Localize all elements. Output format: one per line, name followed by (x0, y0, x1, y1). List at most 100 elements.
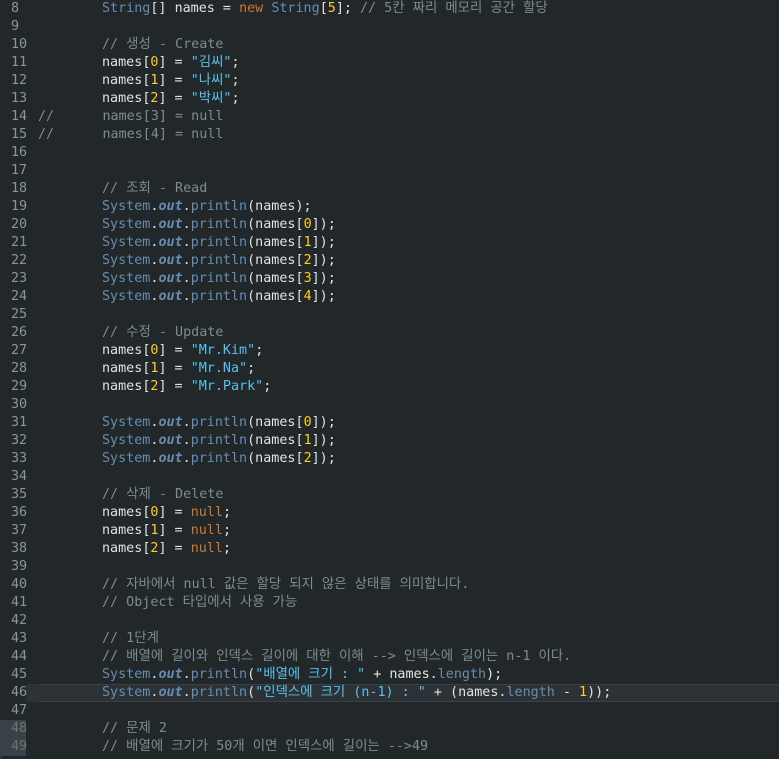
code-line[interactable]: 42 (0, 612, 779, 630)
line-code[interactable]: System.out.println(names[4]); (38, 288, 779, 306)
line-code[interactable]: System.out.println(names[0]); (38, 414, 779, 432)
line-code[interactable]: // Object 타입에서 사용 가능 (38, 594, 779, 612)
code-line[interactable]: 35 // 삭제 - Delete (0, 486, 779, 504)
line-code[interactable] (38, 612, 779, 630)
code-line[interactable]: 33 System.out.println(names[2]); (0, 450, 779, 468)
code-token: ; (231, 73, 240, 88)
line-code[interactable] (38, 558, 779, 576)
line-code[interactable]: System.out.println(names[1]); (38, 234, 779, 252)
code-line[interactable]: 15 // names[4] = null (0, 126, 779, 144)
code-line[interactable]: 19 System.out.println(names); (0, 198, 779, 216)
code-token: ; (263, 379, 272, 394)
code-line[interactable]: 40 // 자바에서 null 값은 할당 되지 않은 상태를 의미합니다. (0, 576, 779, 594)
line-code[interactable]: System.out.println(names); (38, 198, 779, 216)
line-code[interactable]: // names[4] = null (38, 126, 779, 144)
line-code[interactable] (38, 306, 779, 324)
line-code[interactable] (38, 144, 779, 162)
code-line[interactable]: 13 names[2] = "박씨"; (0, 90, 779, 108)
code-line[interactable]: 30 (0, 396, 779, 414)
code-line[interactable]: 26 // 수정 - Update (0, 324, 779, 342)
line-code[interactable]: String[] names = new String[5]; // 5칸 짜리… (38, 0, 779, 18)
code-editor[interactable]: 8 String[] names = new String[5]; // 5칸 짜… (0, 0, 779, 759)
line-code[interactable]: // 생성 - Create (38, 36, 779, 54)
line-code[interactable]: // 문제 2 (38, 720, 779, 738)
code-line[interactable]: 39 (0, 558, 779, 576)
code-token: names (102, 55, 143, 70)
code-line[interactable]: 48 // 문제 2 (0, 720, 779, 738)
code-line[interactable]: 11 names[0] = "김씨"; (0, 54, 779, 72)
line-code[interactable]: names[1] = "나씨"; (38, 72, 779, 90)
code-token: // Object 타입에서 사용 가능 (102, 595, 298, 610)
code-line[interactable]: 38 names[2] = null; (0, 540, 779, 558)
line-code[interactable]: // 자바에서 null 값은 할당 되지 않은 상태를 의미합니다. (38, 576, 779, 594)
code-line[interactable]: 46 System.out.println("인덱스에 크기 (n-1) : " … (0, 684, 779, 702)
code-line[interactable]: 17 (0, 162, 779, 180)
line-code[interactable] (38, 162, 779, 180)
code-token: out (158, 415, 183, 430)
line-code[interactable]: // 배열에 크기가 50개 이면 인덱스에 길이는 -->49 (38, 738, 779, 756)
line-code[interactable]: // 조회 - Read (38, 180, 779, 198)
code-line[interactable]: 12 names[1] = "나씨"; (0, 72, 779, 90)
code-line[interactable]: 20 System.out.println(names[0]); (0, 216, 779, 234)
code-line[interactable]: 21 System.out.println(names[1]); (0, 234, 779, 252)
code-token: ; (222, 505, 231, 520)
code-line[interactable]: 9 (0, 18, 779, 36)
line-code[interactable]: names[0] = "김씨"; (38, 54, 779, 72)
code-line[interactable]: 27 names[0] = "Mr.Kim"; (0, 342, 779, 360)
line-code[interactable]: names[2] = "Mr.Park"; (38, 378, 779, 396)
line-code[interactable]: System.out.println(names[1]); (38, 432, 779, 450)
code-token: ; (231, 55, 240, 70)
code-token: ]); (311, 289, 336, 304)
code-line[interactable]: 43 // 1단계 (0, 630, 779, 648)
code-line[interactable]: 10 // 생성 - Create (0, 36, 779, 54)
code-line[interactable]: 24 System.out.println(names[4]); (0, 288, 779, 306)
code-token: . (182, 217, 191, 232)
line-code[interactable]: names[0] = "Mr.Kim"; (38, 342, 779, 360)
code-line[interactable]: 28 names[1] = "Mr.Na"; (0, 360, 779, 378)
line-code[interactable]: // 수정 - Update (38, 324, 779, 342)
line-code[interactable]: names[1] = null; (38, 522, 779, 540)
code-line[interactable]: 32 System.out.println(names[1]); (0, 432, 779, 450)
code-line[interactable]: 23 System.out.println(names[3]); (0, 270, 779, 288)
code-line[interactable]: 34 (0, 468, 779, 486)
line-code[interactable]: // names[3] = null (38, 108, 779, 126)
code-token: // names[4] = null (38, 127, 224, 142)
code-lines[interactable]: 8 String[] names = new String[5]; // 5칸 짜… (0, 0, 779, 756)
code-line[interactable]: 16 (0, 144, 779, 162)
line-code[interactable]: // 배열에 길이와 인덱스 길이에 대한 이해 --> 인덱스에 길이는 n-… (38, 648, 779, 666)
line-code[interactable]: System.out.println(names[3]); (38, 270, 779, 288)
line-code[interactable] (38, 396, 779, 414)
line-code[interactable]: names[0] = null; (38, 504, 779, 522)
code-line[interactable]: 18 // 조회 - Read (0, 180, 779, 198)
line-code[interactable]: System.out.println(names[2]); (38, 252, 779, 270)
line-code[interactable]: System.out.println("인덱스에 크기 (n-1) : " + … (38, 684, 779, 702)
line-code[interactable]: // 1단계 (38, 630, 779, 648)
line-code[interactable]: System.out.println("배열에 크기 : " + names.l… (38, 666, 779, 684)
code-line[interactable]: 14 // names[3] = null (0, 108, 779, 126)
line-code[interactable]: names[1] = "Mr.Na"; (38, 360, 779, 378)
code-line[interactable]: 36 names[0] = null; (0, 504, 779, 522)
line-code[interactable] (38, 468, 779, 486)
line-number: 39 (0, 558, 27, 576)
code-line[interactable]: 22 System.out.println(names[2]); (0, 252, 779, 270)
code-token: (names[ (247, 271, 304, 286)
line-code[interactable]: System.out.println(names[2]); (38, 450, 779, 468)
code-token: names (102, 73, 143, 88)
line-code[interactable]: names[2] = null; (38, 540, 779, 558)
code-line[interactable]: 37 names[1] = null; (0, 522, 779, 540)
code-line[interactable]: 29 names[2] = "Mr.Park"; (0, 378, 779, 396)
code-line[interactable]: 45 System.out.println("배열에 크기 : " + names… (0, 666, 779, 684)
line-code[interactable]: names[2] = "박씨"; (38, 90, 779, 108)
line-code[interactable] (38, 702, 779, 720)
code-line[interactable]: 49 // 배열에 크기가 50개 이면 인덱스에 길이는 -->49 (0, 738, 779, 756)
code-line[interactable]: 47 (0, 702, 779, 720)
code-line[interactable]: 25 (0, 306, 779, 324)
line-code[interactable]: // 삭제 - Delete (38, 486, 779, 504)
code-token: 1 (303, 235, 312, 250)
code-line[interactable]: 31 System.out.println(names[0]); (0, 414, 779, 432)
code-line[interactable]: 41 // Object 타입에서 사용 가능 (0, 594, 779, 612)
line-code[interactable] (38, 18, 779, 36)
code-line[interactable]: 8 String[] names = new String[5]; // 5칸 짜… (0, 0, 779, 18)
line-code[interactable]: System.out.println(names[0]); (38, 216, 779, 234)
code-line[interactable]: 44 // 배열에 길이와 인덱스 길이에 대한 이해 --> 인덱스에 길이는 … (0, 648, 779, 666)
